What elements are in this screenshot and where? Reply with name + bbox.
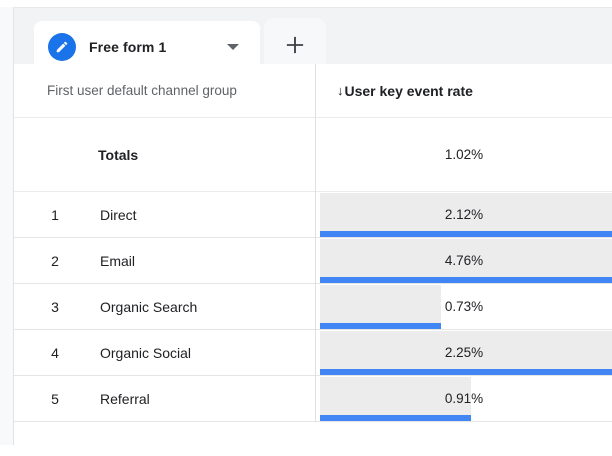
left-gutter <box>0 7 14 445</box>
row-metric-value: 0.91% <box>444 391 484 406</box>
table-body: 1 Direct 2.12% 2 Email 4.76% 3 Organic S… <box>14 192 612 422</box>
table-row[interactable]: 3 Organic Search 0.73% <box>14 284 612 330</box>
column-divider[interactable] <box>315 64 316 422</box>
dimension-column-header[interactable]: First user default channel group <box>47 64 237 117</box>
row-dimension-value: Organic Social <box>100 344 192 361</box>
tab-label: Free form 1 <box>89 38 167 55</box>
row-index: 5 <box>51 390 59 407</box>
exploration-tab-bar: Free form 1 <box>14 7 612 72</box>
row-dimension-value: Direct <box>100 206 137 223</box>
row-index: 2 <box>51 252 59 269</box>
row-dimension-value: Referral <box>100 390 150 407</box>
row-dimension-value: Organic Search <box>100 298 198 315</box>
row-index: 1 <box>51 206 59 223</box>
sort-descending-icon: ↓ <box>337 83 344 98</box>
table-row[interactable]: 2 Email 4.76% <box>14 238 612 284</box>
row-dimension-value: Email <box>100 252 136 269</box>
totals-value: 1.02% <box>444 147 484 162</box>
table-header-row: First user default channel group ↓ User … <box>14 64 612 118</box>
row-metric-value: 0.73% <box>444 299 484 314</box>
chevron-down-icon[interactable] <box>227 44 239 50</box>
totals-row: Totals 1.02% <box>14 118 612 192</box>
plus-icon <box>282 32 308 58</box>
table-row[interactable]: 1 Direct 2.12% <box>14 192 612 238</box>
row-index: 4 <box>51 344 59 361</box>
row-metric-value: 2.25% <box>444 345 484 360</box>
totals-label: Totals <box>98 146 139 163</box>
metric-column-header[interactable]: ↓ User key event rate <box>337 64 473 117</box>
pencil-icon <box>48 32 76 61</box>
row-index: 3 <box>51 298 59 315</box>
row-metric-value: 4.76% <box>444 253 484 268</box>
table-row[interactable]: 5 Referral 0.91% <box>14 376 612 422</box>
row-metric-value: 2.12% <box>444 207 484 222</box>
table-row[interactable]: 4 Organic Social 2.25% <box>14 330 612 376</box>
metric-header-label: User key event rate <box>344 82 473 99</box>
